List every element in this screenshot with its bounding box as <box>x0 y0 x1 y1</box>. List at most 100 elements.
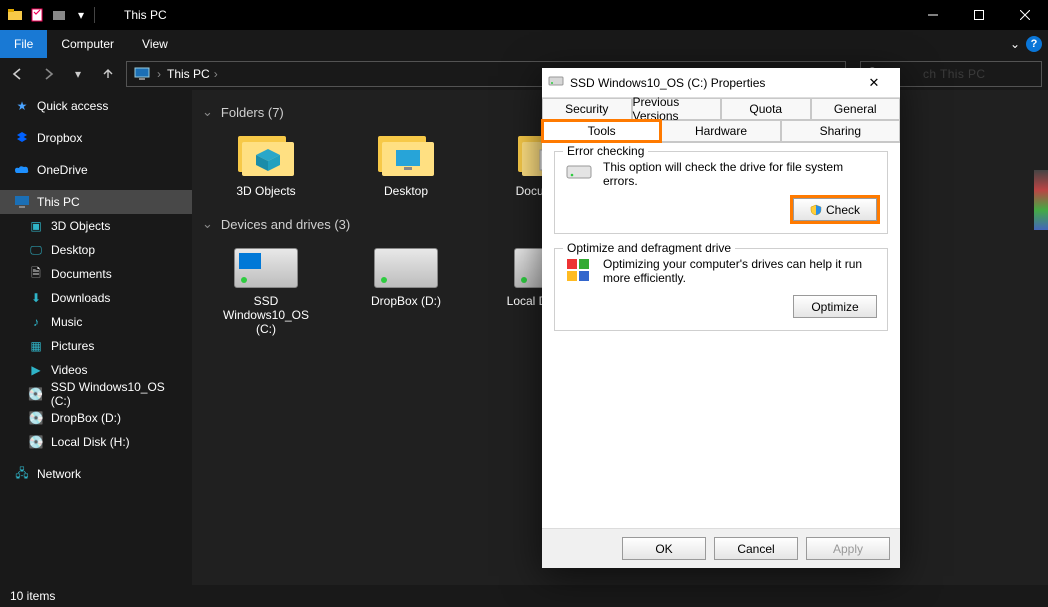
tab-security[interactable]: Security <box>542 98 632 120</box>
search-placeholder: ch This PC <box>923 67 985 81</box>
button-label: Optimize <box>811 300 858 314</box>
pc-icon <box>14 194 30 210</box>
drive-icon: 💽 <box>28 386 44 402</box>
dialog-body: Error checking This option will check th… <box>542 143 900 528</box>
cube-icon: ▣ <box>28 218 44 234</box>
drive-icon <box>374 248 438 288</box>
nav-onedrive[interactable]: OneDrive <box>0 158 192 182</box>
help-icon[interactable]: ? <box>1026 36 1042 52</box>
nav-label: Dropbox <box>37 131 82 145</box>
minimize-button[interactable] <box>910 0 956 30</box>
forward-button[interactable] <box>36 62 60 86</box>
button-label: Check <box>826 203 860 217</box>
group-title: Error checking <box>563 144 648 158</box>
nav-desktop[interactable]: 🖵Desktop <box>0 238 192 262</box>
nav-drive-c[interactable]: 💽SSD Windows10_OS (C:) <box>0 382 192 406</box>
explorer-icon <box>6 6 24 24</box>
tile-label: 3D Objects <box>236 184 295 198</box>
nav-label: 3D Objects <box>51 219 110 233</box>
ok-button[interactable]: OK <box>622 537 706 560</box>
folder-desktop[interactable]: Desktop <box>356 130 456 198</box>
nav-label: Videos <box>51 363 87 377</box>
nav-downloads[interactable]: ⬇Downloads <box>0 286 192 310</box>
tab-sharing[interactable]: Sharing <box>781 120 900 142</box>
tab-quota[interactable]: Quota <box>721 98 811 120</box>
music-icon: ♪ <box>28 314 44 330</box>
recent-locations-button[interactable]: ▾ <box>66 62 90 86</box>
button-label: Apply <box>833 542 863 556</box>
tab-general[interactable]: General <box>811 98 901 120</box>
dialog-title: SSD Windows10_OS (C:) Properties <box>570 76 765 90</box>
qat-properties-icon[interactable] <box>28 6 46 24</box>
window-title: This PC <box>118 8 173 22</box>
dialog-close-button[interactable]: ✕ <box>854 75 894 91</box>
optimize-group: Optimize and defragment drive Optimizing… <box>554 248 888 331</box>
tab-previous-versions[interactable]: Previous Versions <box>632 98 722 120</box>
navigation-pane: ★ Quick access Dropbox OneDrive This PC … <box>0 90 192 585</box>
nav-pictures[interactable]: ▦ Pictures <box>0 334 192 358</box>
nav-label: OneDrive <box>37 163 88 177</box>
ribbon: File Computer View ⌄ ? <box>0 30 1048 58</box>
drive-c[interactable]: SSD Windows10_OS (C:) <box>216 242 316 336</box>
nav-this-pc[interactable]: This PC <box>0 190 192 214</box>
folder-icon <box>374 130 438 178</box>
maximize-button[interactable] <box>956 0 1002 30</box>
group-header-label: Devices and drives (3) <box>221 217 350 232</box>
nav-videos[interactable]: ▶Videos <box>0 358 192 382</box>
nav-music[interactable]: ♪ Music <box>0 310 192 334</box>
ribbon-collapse-icon[interactable]: ⌄ <box>1010 37 1020 51</box>
breadcrumb-this-pc[interactable]: This PC › <box>161 67 224 81</box>
drive-properties-dialog: SSD Windows10_OS (C:) Properties ✕ Secur… <box>542 68 900 568</box>
up-button[interactable] <box>96 62 120 86</box>
tab-tools[interactable]: Tools <box>542 120 661 142</box>
group-header-label: Folders (7) <box>221 105 284 120</box>
group-title: Optimize and defragment drive <box>563 241 735 255</box>
documents-icon: 🗎 <box>28 266 44 282</box>
qat-separator <box>94 7 112 23</box>
qat-new-folder-icon[interactable] <box>50 6 68 24</box>
chevron-down-icon: ⌄ <box>202 104 213 120</box>
nav-label: Network <box>37 467 81 481</box>
close-button[interactable] <box>1002 0 1048 30</box>
pictures-icon: ▦ <box>28 338 44 354</box>
dialog-footer: OK Cancel Apply <box>542 528 900 568</box>
dialog-tabs: Security Previous Versions Quota General… <box>542 98 900 143</box>
drive-check-icon <box>565 160 593 188</box>
obscured-item[interactable] <box>1034 170 1048 230</box>
check-button[interactable]: Check <box>793 198 877 221</box>
file-tab[interactable]: File <box>0 30 47 58</box>
dialog-title-bar[interactable]: SSD Windows10_OS (C:) Properties ✕ <box>542 68 900 98</box>
drive-d[interactable]: DropBox (D:) <box>356 242 456 336</box>
drive-icon <box>234 248 298 288</box>
button-label: OK <box>655 542 672 556</box>
optimize-button[interactable]: Optimize <box>793 295 877 318</box>
nav-dropbox[interactable]: Dropbox <box>0 126 192 150</box>
apply-button[interactable]: Apply <box>806 537 890 560</box>
nav-documents[interactable]: 🗎Documents <box>0 262 192 286</box>
ribbon-tab-computer[interactable]: Computer <box>47 30 128 58</box>
group-desc: This option will check the drive for fil… <box>603 160 877 188</box>
nav-drive-h[interactable]: 💽Local Disk (H:) <box>0 430 192 454</box>
nav-label: Quick access <box>37 99 108 113</box>
nav-drive-d[interactable]: 💽DropBox (D:) <box>0 406 192 430</box>
dropbox-icon <box>14 130 30 146</box>
drive-icon: 💽 <box>28 434 44 450</box>
button-label: Cancel <box>737 542 774 556</box>
status-text: 10 items <box>10 589 55 603</box>
ribbon-tab-view[interactable]: View <box>128 30 182 58</box>
folder-icon <box>234 130 298 178</box>
qat-dropdown-icon[interactable]: ▾ <box>72 6 90 24</box>
title-bar: ▾ This PC <box>0 0 1048 30</box>
nav-quick-access[interactable]: ★ Quick access <box>0 94 192 118</box>
error-checking-group: Error checking This option will check th… <box>554 151 888 234</box>
nav-3d-objects[interactable]: ▣ 3D Objects <box>0 214 192 238</box>
chevron-down-icon: ⌄ <box>202 216 213 232</box>
nav-label: Pictures <box>51 339 94 353</box>
back-button[interactable] <box>6 62 30 86</box>
tab-hardware[interactable]: Hardware <box>661 120 780 142</box>
folder-3d-objects[interactable]: 3D Objects <box>216 130 316 198</box>
status-bar: 10 items <box>0 585 1048 607</box>
nav-label: Music <box>51 315 82 329</box>
cancel-button[interactable]: Cancel <box>714 537 798 560</box>
nav-network[interactable]: 🖧 Network <box>0 462 192 486</box>
